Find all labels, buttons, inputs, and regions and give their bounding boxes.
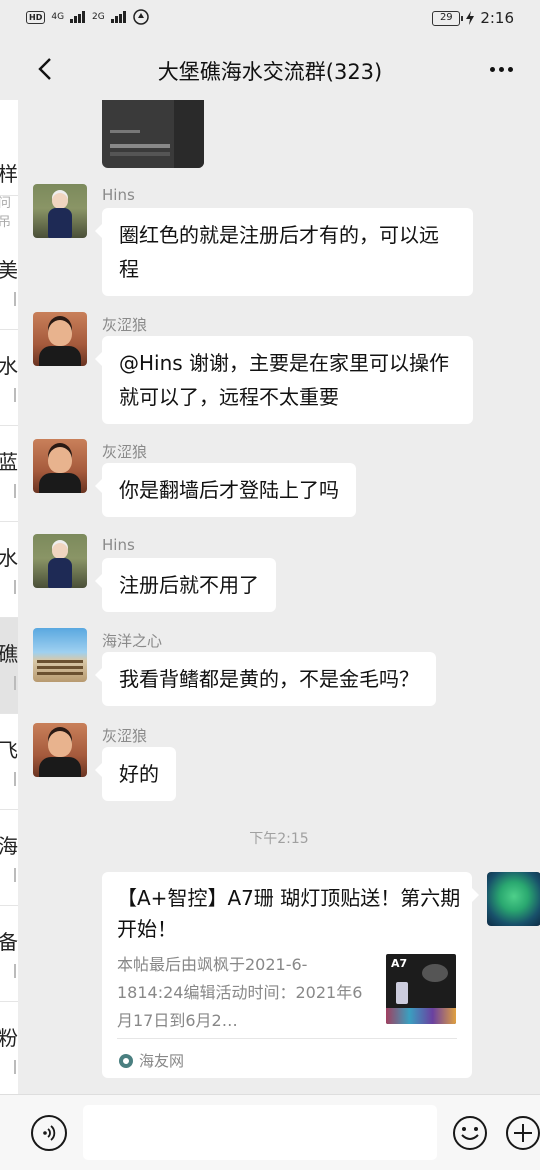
link-card-source: 海友网 (119, 1050, 184, 1071)
chat-area: Hins 圈红色的就是注册后才有的，可以远程 灰涩狼 @Hins 谢谢，主要是在… (18, 100, 540, 1094)
avatar[interactable] (33, 312, 87, 366)
sender-name: 灰涩狼 (102, 727, 148, 745)
image-detail (110, 152, 170, 156)
list-item-sub (14, 772, 16, 786)
signal-icon-2 (110, 11, 126, 23)
thumbnail-label: A7 (391, 957, 408, 970)
list-item[interactable]: 水 (0, 330, 18, 426)
status-left: HD 4G 2G (26, 9, 149, 25)
message-bubble[interactable]: 好的 (95, 747, 176, 801)
status-time: 2:16 (480, 9, 514, 27)
sender-name: 灰涩狼 (102, 316, 148, 334)
signal-icon (70, 11, 86, 23)
thumbnail-device (422, 964, 448, 982)
voice-icon (43, 1125, 56, 1141)
list-item[interactable]: 备 (0, 906, 18, 1002)
list-item[interactable]: 蓝 (0, 426, 18, 522)
emoji-icon (453, 1116, 487, 1150)
dot-icon (498, 66, 504, 72)
sender-name: Hins (102, 536, 135, 554)
network-2g-label: 2G (92, 12, 105, 22)
list-item[interactable]: 粉 (0, 1002, 18, 1094)
list-item-char: 美 (0, 258, 18, 282)
avatar[interactable] (33, 628, 87, 682)
link-card-thumbnail: A7 (386, 954, 456, 1024)
link-card-title: 【A+智控】A7珊 瑚灯顶贴送！第六期开始！ (117, 886, 461, 941)
avatar[interactable] (33, 439, 87, 493)
list-item-char: 飞 (0, 738, 18, 762)
avatar[interactable] (33, 184, 87, 238)
nav-bar: 大堡礁海水交流群(323) (0, 38, 540, 100)
list-item-sub (14, 676, 16, 690)
list-item[interactable]: 礁 (0, 618, 18, 714)
status-right: 29 2:16 (432, 9, 514, 27)
list-item-sub (14, 580, 16, 594)
list-item-char: 水 (0, 546, 18, 570)
dot-icon (489, 66, 495, 72)
message-bubble[interactable]: @Hins 谢谢，主要是在家里可以操作就可以了，远程不太重要 (95, 336, 473, 424)
link-card-source-name: 海友网 (139, 1052, 185, 1070)
list-item-sub (14, 484, 16, 498)
more-options-button[interactable] (484, 52, 518, 86)
status-bar: HD 4G 2G 29 2:16 (0, 0, 540, 38)
list-item-sub: 问吊 (0, 196, 12, 230)
list-item[interactable]: 飞 (0, 714, 18, 810)
list-item-sub (14, 1060, 16, 1074)
sender-name: 海洋之心 (102, 632, 163, 650)
chat-title: 大堡礁海水交流群(323) (157, 60, 383, 84)
divider (117, 1038, 457, 1039)
list-item-sub (14, 388, 16, 402)
list-item[interactable]: 美 (0, 234, 18, 330)
input-bar (0, 1094, 540, 1170)
list-item[interactable]: 水 (0, 522, 18, 618)
notification-icon (133, 9, 149, 25)
list-item-char: 礁 (0, 642, 18, 666)
list-item-char: 水 (0, 354, 18, 378)
list-item-char: 样 (0, 162, 18, 186)
image-panel (174, 100, 204, 168)
sender-name: 灰涩狼 (102, 443, 148, 461)
avatar[interactable] (33, 534, 87, 588)
source-logo-icon (119, 1053, 133, 1068)
message-timestamp: 下午2:15 (249, 831, 309, 847)
avatar[interactable] (33, 723, 87, 777)
thumbnail-phone (396, 982, 408, 1004)
list-item-char: 粉 (0, 1026, 18, 1050)
list-item-sub (14, 292, 16, 306)
list-item-sub (14, 868, 16, 882)
message-input[interactable] (83, 1105, 437, 1160)
list-item-char: 海 (0, 834, 18, 858)
plus-button[interactable] (505, 1115, 540, 1151)
voice-button[interactable] (31, 1115, 67, 1151)
link-card[interactable]: 【A+智控】A7珊 瑚灯顶贴送！第六期开始！ 本帖最后由飒枫于2021-6-18… (102, 872, 479, 1078)
link-card-description: 本帖最后由飒枫于2021-6-1814:24编辑活动时间：2021年6月17日到… (117, 955, 363, 1030)
list-item-char: 蓝 (0, 450, 18, 474)
message-bubble[interactable]: 注册后就不用了 (95, 558, 276, 612)
network-4g-label: 4G (51, 12, 65, 22)
list-item[interactable]: 样 问吊 (0, 100, 18, 230)
my-avatar[interactable] (487, 872, 540, 926)
charging-icon (466, 11, 475, 25)
battery-icon: 29 (432, 10, 464, 26)
list-item-sub (14, 964, 16, 978)
message-bubble[interactable]: 圈红色的就是注册后才有的，可以远程 (95, 208, 473, 296)
list-item[interactable]: 海 (0, 810, 18, 906)
sender-name: Hins (102, 186, 135, 204)
plus-icon (506, 1116, 540, 1150)
image-message[interactable] (102, 100, 204, 168)
message-bubble[interactable]: 你是翻墙后才登陆上了吗 (95, 463, 356, 517)
image-detail (110, 144, 170, 148)
hd-icon: HD (26, 10, 46, 24)
message-bubble[interactable]: 我看背鳍都是黄的，不是金毛吗？ (95, 652, 436, 706)
dot-icon (507, 66, 513, 72)
emoji-button[interactable] (452, 1115, 488, 1151)
thumbnail-coral (386, 1008, 456, 1024)
list-item-char: 备 (0, 930, 18, 954)
conversation-list-peek: 样 问吊 美 水 蓝 水 礁 飞 海 备 粉 (0, 100, 18, 1094)
image-detail (110, 130, 140, 133)
